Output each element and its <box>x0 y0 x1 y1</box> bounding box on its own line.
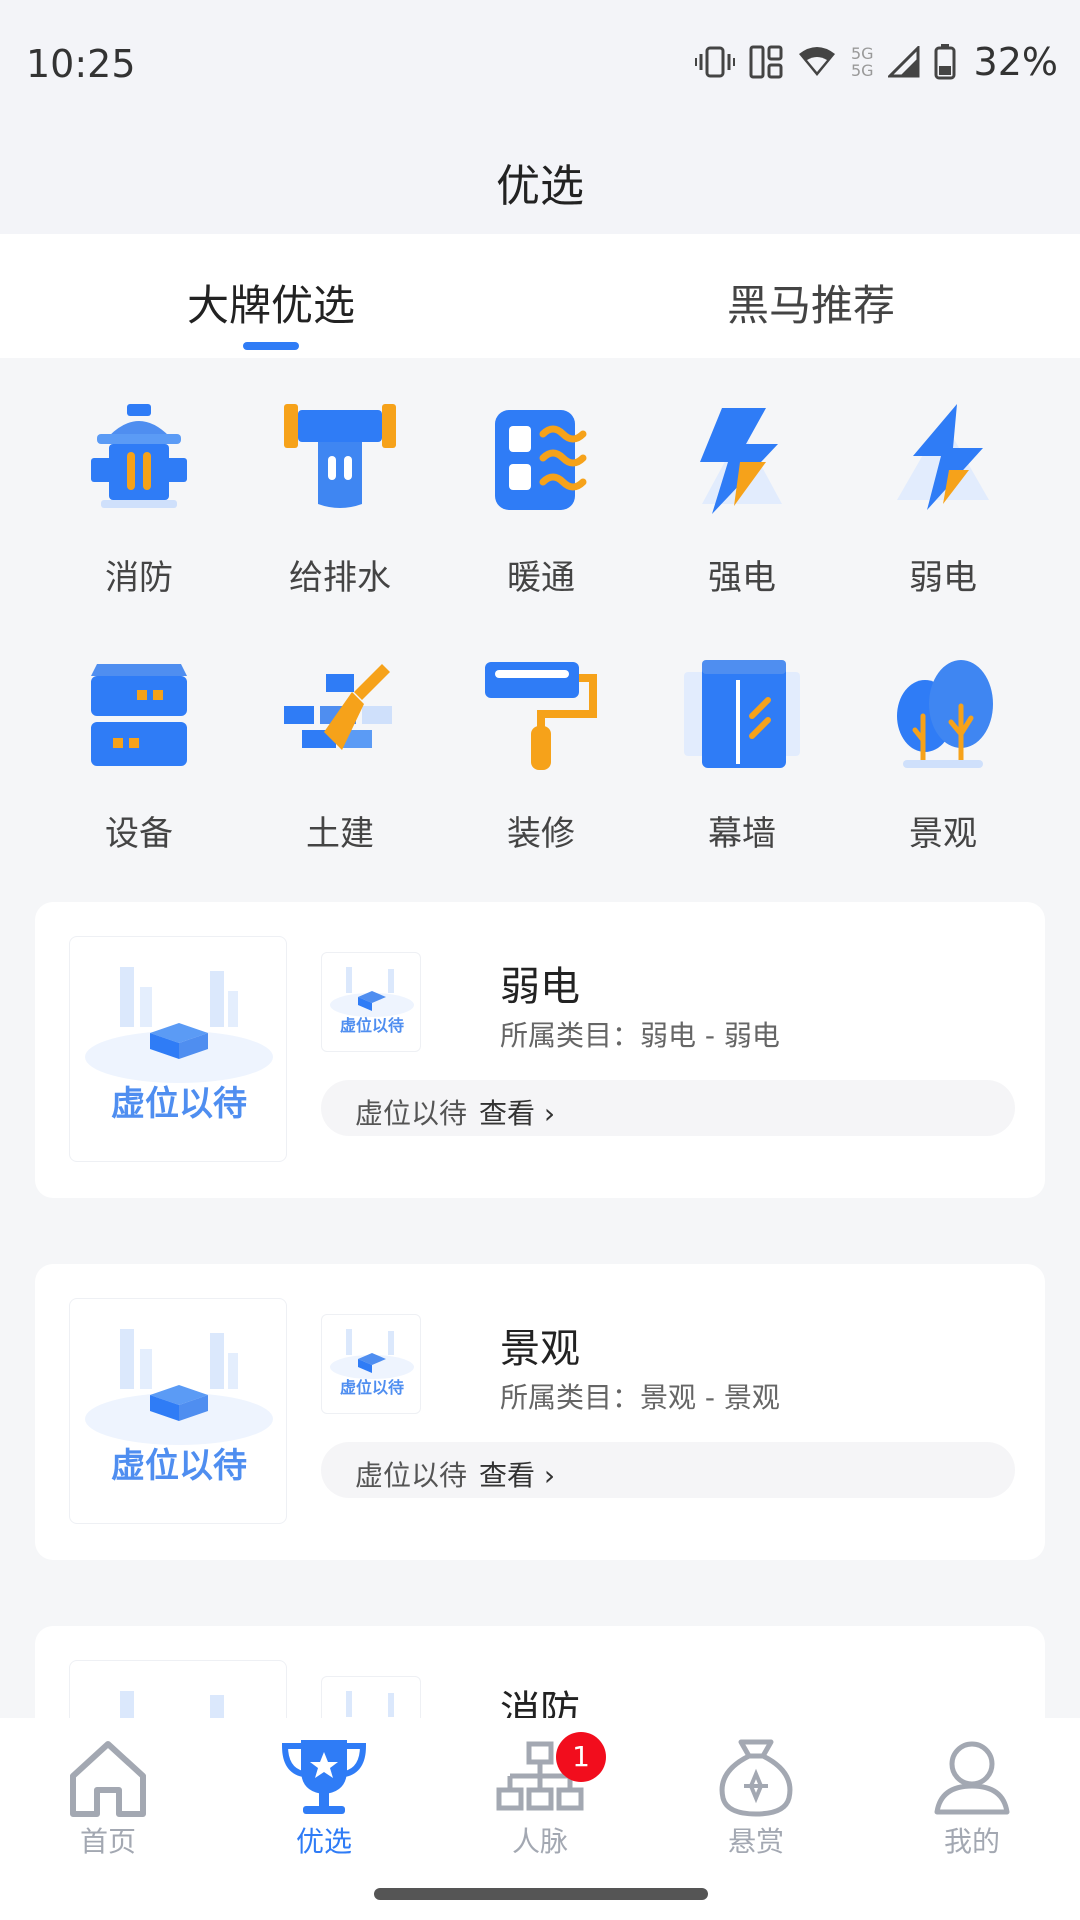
nav-reward[interactable]: 悬赏 <box>686 1736 826 1860</box>
category-weak-electric[interactable]: 弱电 <box>843 400 1043 599</box>
card-category: 所属类目：景观 - 景观 <box>500 1381 780 1414</box>
nav-label: 人脉 <box>511 1825 568 1858</box>
placeholder-text: 虚位以待 <box>111 1446 247 1486</box>
paint-roller-icon <box>481 656 601 776</box>
tab-dark-horse[interactable]: 黑马推荐 <box>661 272 961 333</box>
signal-icon <box>887 46 920 78</box>
weak-electric-icon <box>883 400 1003 520</box>
page-title: 优选 <box>496 161 584 212</box>
header: 优选 <box>0 130 1080 234</box>
status-icons: 5G 5G 32% <box>694 40 1058 84</box>
category-landscape[interactable]: 景观 <box>843 656 1043 855</box>
nav-label: 首页 <box>79 1825 136 1858</box>
pill-text: 虚位以待 <box>355 1097 468 1130</box>
equipment-icon <box>79 656 199 776</box>
category-label: 强电 <box>708 558 776 598</box>
placeholder-text: 虚位以待 <box>111 1084 247 1124</box>
pill-text: 虚位以待 <box>355 1459 468 1492</box>
nav-profile[interactable]: 我的 <box>902 1736 1042 1860</box>
status-bar: 10:25 5G 5G 32% <box>0 0 1080 130</box>
vibrate-icon <box>694 44 735 80</box>
category-label: 暖通 <box>507 558 575 598</box>
view-link[interactable]: 查看 › <box>479 1092 555 1132</box>
battery-percent: 32% <box>973 40 1058 84</box>
status-time: 10:25 <box>26 42 136 86</box>
category-label: 幕墙 <box>708 814 776 854</box>
nav-home[interactable]: 首页 <box>38 1736 178 1860</box>
hvac-icon <box>481 400 601 520</box>
data-saver-icon <box>749 45 783 79</box>
chevron-right-icon: › <box>535 1459 556 1492</box>
category-label: 弱电 <box>909 558 977 598</box>
tab-indicator <box>243 342 299 350</box>
category-label: 给排水 <box>289 558 391 598</box>
nav-selection[interactable]: 优选 <box>254 1736 394 1860</box>
fire-hydrant-icon <box>79 400 199 520</box>
category-label: 景观 <box>909 814 977 854</box>
category-decoration[interactable]: 装修 <box>441 656 641 855</box>
money-bag-icon <box>711 1736 801 1818</box>
card-info-pill[interactable]: 虚位以待 查看 › <box>321 1442 1015 1498</box>
notification-badge: 1 <box>556 1732 606 1782</box>
chevron-right-icon: › <box>535 1097 556 1130</box>
strong-electric-icon <box>682 400 802 520</box>
view-label: 查看 <box>479 1097 536 1130</box>
water-pipe-icon <box>280 400 400 520</box>
brand-logo-thumbnail: 虚位以待 <box>321 1314 421 1414</box>
card-title: 景观 <box>500 1326 580 1372</box>
category-curtain-wall[interactable]: 幕墙 <box>642 656 842 855</box>
nav-label: 优选 <box>295 1825 352 1858</box>
category-civil[interactable]: 土建 <box>240 656 440 855</box>
tab-brand-selection[interactable]: 大牌优选 <box>121 272 421 333</box>
brand-placeholder-image: 虚位以待 <box>69 936 287 1162</box>
brand-placeholder-image: 虚位以待 <box>69 1298 287 1524</box>
nav-label: 悬赏 <box>727 1825 784 1858</box>
nav-network[interactable]: 人脉 1 <box>470 1732 610 1860</box>
category-fire[interactable]: 消防 <box>39 400 239 599</box>
construction-icon <box>280 656 400 776</box>
battery-icon <box>934 44 956 80</box>
category-water[interactable]: 给排水 <box>240 400 440 599</box>
brand-card[interactable]: 虚位以待 虚位以待 弱电 所属类目：弱电 - 弱电 虚位以待 查看 › <box>35 902 1045 1198</box>
placeholder-text: 虚位以待 <box>340 1016 404 1035</box>
network-5g-label: 5G 5G <box>850 44 874 80</box>
tab-bar: 大牌优选 黑马推荐 <box>0 234 1080 358</box>
wifi-icon <box>797 46 837 78</box>
category-label: 设备 <box>105 814 173 854</box>
nav-label: 我的 <box>943 1825 1000 1858</box>
trophy-icon <box>279 1736 369 1818</box>
brand-logo-thumbnail: 虚位以待 <box>321 952 421 1052</box>
card-info-pill[interactable]: 虚位以待 查看 › <box>321 1080 1015 1136</box>
view-link[interactable]: 查看 › <box>479 1454 555 1494</box>
brand-card[interactable]: 虚位以待 虚位以待 景观 所属类目：景观 - 景观 虚位以待 查看 › <box>35 1264 1045 1560</box>
view-label: 查看 <box>479 1459 536 1492</box>
card-title: 弱电 <box>500 964 580 1010</box>
curtain-wall-icon <box>682 656 802 776</box>
card-category: 所属类目：弱电 - 弱电 <box>500 1019 780 1052</box>
user-icon <box>927 1736 1017 1818</box>
category-equipment[interactable]: 设备 <box>39 656 239 855</box>
placeholder-text: 虚位以待 <box>340 1378 404 1397</box>
category-label: 土建 <box>306 814 374 854</box>
category-label: 消防 <box>105 558 173 598</box>
category-hvac[interactable]: 暖通 <box>441 400 641 599</box>
category-strong-electric[interactable]: 强电 <box>642 400 842 599</box>
home-indicator[interactable] <box>374 1888 708 1900</box>
landscape-tree-icon <box>883 656 1003 776</box>
category-label: 装修 <box>507 814 575 854</box>
home-icon <box>63 1736 153 1818</box>
